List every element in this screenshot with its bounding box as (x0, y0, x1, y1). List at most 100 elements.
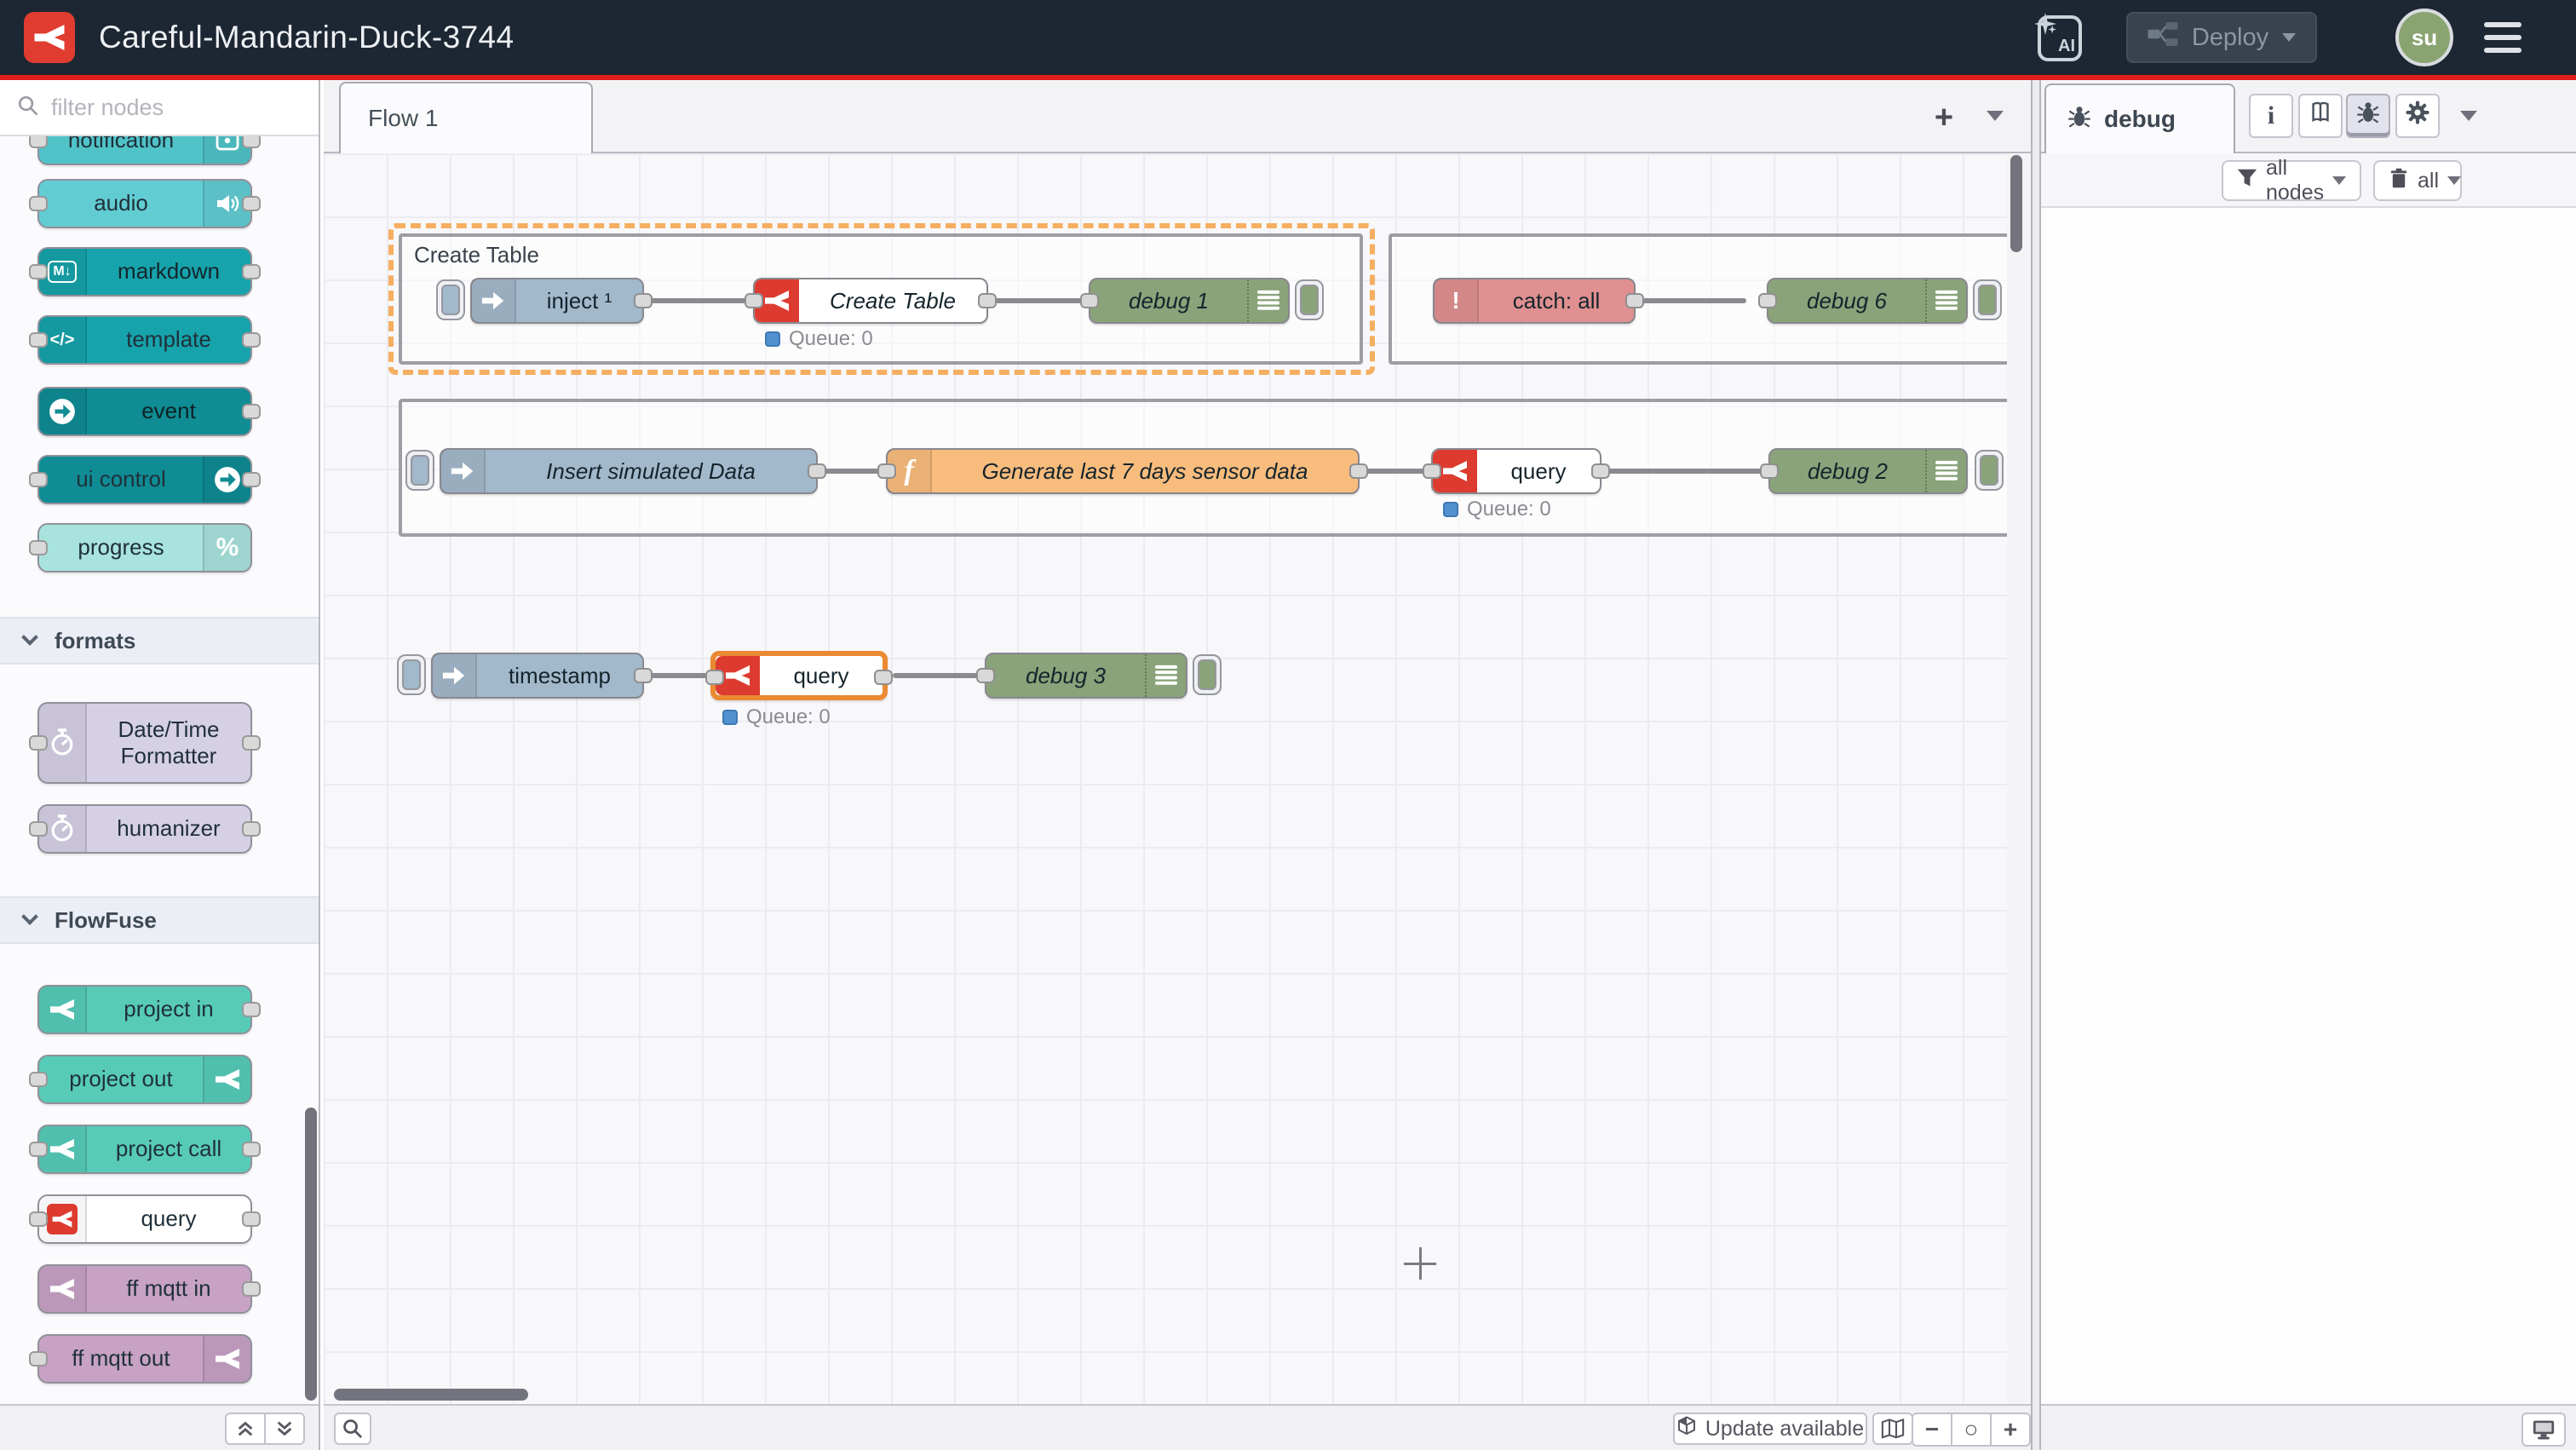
palette-scrollbar[interactable] (305, 1108, 317, 1401)
config-tab-button[interactable] (2395, 94, 2440, 138)
palette-node-ff-mqtt-in[interactable]: ff mqtt in (37, 1264, 252, 1314)
port[interactable] (29, 1351, 48, 1367)
node-catch-all[interactable]: ! catch: all (1433, 278, 1636, 324)
node-debug-1[interactable]: debug 1 (1089, 278, 1290, 324)
node-debug-6[interactable]: debug 6 (1767, 278, 1968, 324)
debug-toggle-button[interactable] (1973, 279, 2002, 320)
port[interactable] (242, 1142, 261, 1157)
canvas-horizontal-scrollbar[interactable] (334, 1389, 528, 1401)
wire[interactable] (823, 469, 881, 474)
debug-clear-button[interactable]: all (2373, 160, 2462, 201)
wire[interactable] (649, 298, 751, 303)
port[interactable] (242, 1002, 261, 1017)
port[interactable] (29, 136, 48, 148)
node-inject-insert-simulated-data[interactable]: Insert simulated Data (440, 448, 818, 494)
inject-trigger-button[interactable] (405, 450, 434, 491)
port[interactable] (242, 735, 261, 751)
node-query-3-selected[interactable]: query (710, 651, 888, 700)
palette-node-progress[interactable]: progress % (37, 523, 252, 573)
port[interactable] (29, 472, 48, 487)
port[interactable] (1758, 293, 1777, 308)
port[interactable] (242, 196, 261, 211)
port[interactable] (1760, 463, 1779, 479)
wire[interactable] (993, 298, 1085, 303)
debug-toggle-button[interactable] (1975, 450, 2004, 491)
debug-toggle-button[interactable] (1193, 654, 1222, 695)
node-query-2[interactable]: query (1431, 448, 1601, 494)
port[interactable] (976, 668, 995, 683)
port[interactable] (29, 1142, 48, 1157)
inject-trigger-button[interactable] (397, 654, 426, 695)
port[interactable] (29, 1211, 48, 1227)
port[interactable] (242, 1211, 261, 1227)
palette-node-ui-control[interactable]: ui control (37, 455, 252, 504)
palette-collapse-categories-button[interactable] (225, 1413, 266, 1445)
port[interactable] (1423, 463, 1441, 479)
port[interactable] (705, 670, 724, 685)
node-function-generate-sensor-data[interactable]: f Generate last 7 days sensor data (886, 448, 1360, 494)
minimap-button[interactable] (1872, 1413, 1913, 1445)
wire[interactable] (1365, 469, 1428, 474)
port[interactable] (1591, 463, 1610, 479)
zoom-reset-button[interactable]: ○ (1951, 1413, 1992, 1447)
debug-toggle-button[interactable] (1295, 279, 1324, 320)
port[interactable] (634, 293, 653, 308)
port[interactable] (242, 136, 261, 148)
tab-debug[interactable]: debug (2044, 83, 2235, 153)
node-query-create-table[interactable]: Create Table (753, 278, 988, 324)
port[interactable] (242, 404, 261, 419)
sidebar-tabs-caret-icon[interactable] (2460, 111, 2477, 121)
canvas-search-button[interactable] (334, 1413, 371, 1445)
port[interactable] (874, 670, 893, 685)
palette-search[interactable] (0, 80, 319, 136)
ai-assistant-button[interactable]: AI (2038, 15, 2082, 61)
port[interactable] (29, 1072, 48, 1087)
palette-node-audio[interactable]: audio (37, 179, 252, 228)
palette-node-project-call[interactable]: project call (37, 1125, 252, 1174)
node-inject-1[interactable]: inject ¹ (470, 278, 644, 324)
wire[interactable] (1607, 469, 1765, 474)
flow-list-caret-icon[interactable] (1987, 111, 2004, 121)
user-avatar[interactable]: su (2395, 9, 2453, 66)
info-tab-button[interactable]: i (2249, 94, 2293, 138)
open-dashboard-button[interactable] (2521, 1413, 2566, 1447)
flow-canvas[interactable]: Create Table inject ¹ (324, 153, 2007, 1404)
deploy-caret-icon[interactable] (2282, 33, 2296, 42)
node-debug-3[interactable]: debug 3 (985, 653, 1187, 699)
port[interactable] (29, 821, 48, 837)
flowfuse-logo-icon[interactable] (24, 12, 75, 63)
palette-node-template[interactable]: </> template (37, 315, 252, 365)
port[interactable] (29, 264, 48, 279)
palette-node-project-out[interactable]: project out (37, 1055, 252, 1104)
deploy-button[interactable]: Deploy (2126, 12, 2317, 63)
palette-node-ff-mqtt-out[interactable]: ff mqtt out (37, 1334, 252, 1384)
palette-node-event[interactable]: event (37, 387, 252, 436)
palette-section-flowfuse[interactable]: FlowFuse (0, 896, 319, 944)
port[interactable] (29, 332, 48, 348)
zoom-out-button[interactable]: − (1912, 1413, 1952, 1447)
update-available-button[interactable]: Update available (1673, 1413, 1867, 1445)
wire[interactable] (649, 673, 707, 678)
port[interactable] (242, 472, 261, 487)
inject-trigger-button[interactable] (436, 279, 465, 320)
palette-section-formats[interactable]: formats (0, 617, 319, 665)
palette-node-query[interactable]: query (37, 1194, 252, 1244)
port[interactable] (242, 1281, 261, 1297)
palette-node-humanizer[interactable]: humanizer (37, 804, 252, 854)
palette-node-notification[interactable]: notification (37, 136, 252, 165)
debug-tab-button[interactable] (2346, 94, 2390, 138)
port[interactable] (29, 735, 48, 751)
port[interactable] (877, 463, 896, 479)
add-flow-button[interactable]: + (1922, 95, 1966, 140)
port[interactable] (29, 540, 48, 555)
wire[interactable] (1632, 298, 1746, 303)
port[interactable] (1349, 463, 1368, 479)
wire[interactable] (893, 673, 981, 678)
palette-node-project-in[interactable]: project in (37, 985, 252, 1034)
port[interactable] (1625, 293, 1644, 308)
node-debug-2[interactable]: debug 2 (1768, 448, 1968, 494)
help-tab-button[interactable] (2298, 94, 2343, 138)
port[interactable] (1080, 293, 1099, 308)
canvas-vertical-scrollbar[interactable] (2010, 155, 2022, 252)
main-menu-button[interactable] (2484, 22, 2521, 53)
